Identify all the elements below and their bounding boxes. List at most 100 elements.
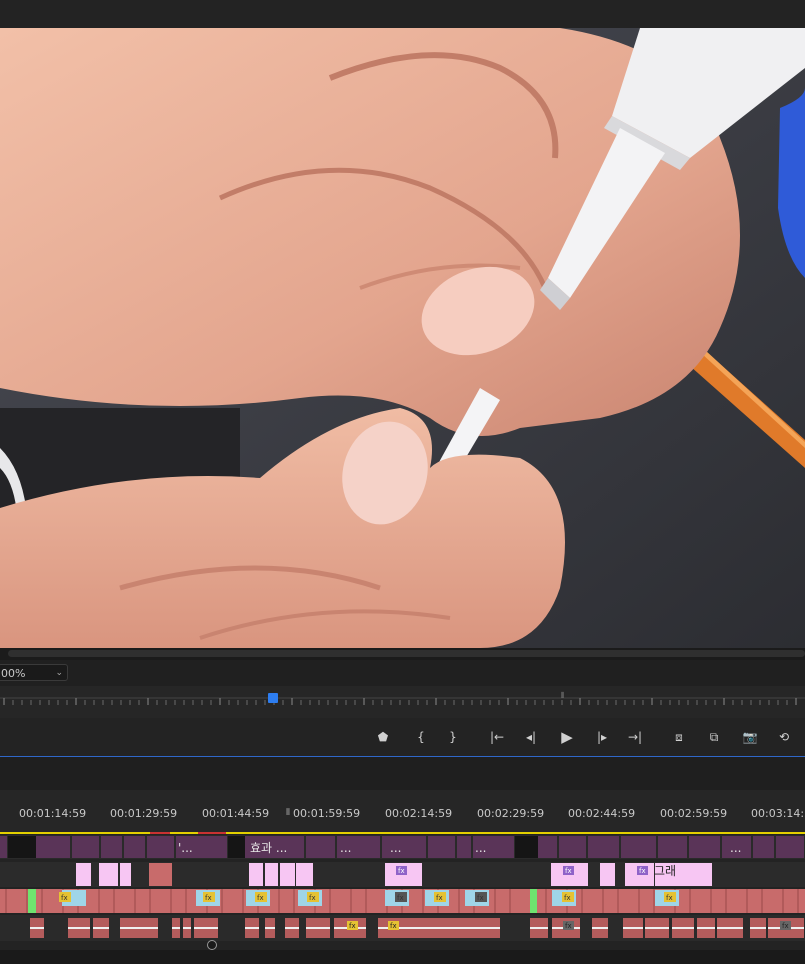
v3-clip <box>621 836 656 858</box>
v3-clip <box>588 836 619 858</box>
camera-icon: 📷 <box>742 730 758 744</box>
monitor-settings-row: 00% ⌄ <box>0 660 805 686</box>
timeline-ruler-marker: ⦀ <box>286 808 290 818</box>
render-bar-red <box>150 832 170 834</box>
comparison-view-button[interactable]: ⟲ <box>774 728 794 746</box>
fx-badge-label: fx <box>477 894 484 902</box>
v3-clip <box>559 836 586 858</box>
go-to-in-button[interactable]: |← <box>487 728 507 746</box>
fx-badge-label: fx <box>257 894 264 902</box>
step-forward-button[interactable]: |▸ <box>592 728 612 746</box>
go-to-out-button[interactable]: →| <box>625 728 645 746</box>
v2-clip <box>296 863 313 886</box>
panel-top-bar <box>0 0 805 28</box>
ruler-marker: ⦀ <box>561 691 565 700</box>
lift-button[interactable]: ⧈ <box>669 728 689 746</box>
v3-clip-label: '... <box>178 841 193 855</box>
video-frame <box>0 28 805 648</box>
fx-badge-label: fx <box>639 867 646 875</box>
program-monitor[interactable] <box>0 28 805 648</box>
marker-icon: ⬟ <box>377 730 389 744</box>
lift-icon: ⧈ <box>675 730 683 744</box>
fx-badge-label: fx <box>782 922 789 930</box>
work-area-bar <box>0 832 805 834</box>
v3-clip <box>101 836 122 858</box>
timecode-label: 00:01:59:59 <box>293 807 361 820</box>
timeline-tracks[interactable]: '... 효과 ............... fx fx fx 그래 fx fx fx fx fx… <box>0 832 805 950</box>
v3-clip <box>147 836 174 858</box>
fx-badge-label: fx <box>397 894 404 902</box>
play-icon: ▶ <box>561 728 573 746</box>
v3-clip <box>0 836 7 858</box>
v2-clip <box>76 863 91 886</box>
scrollbar-thumb[interactable] <box>8 650 805 657</box>
mark-out-button[interactable]: } <box>443 728 463 746</box>
mark-out-icon: } <box>449 730 457 744</box>
add-marker-button[interactable]: ⬟ <box>373 728 393 746</box>
fx-badge-label: fx <box>565 922 572 930</box>
play-button[interactable]: ▶ <box>557 728 577 746</box>
comparison-icon: ⟲ <box>778 730 790 744</box>
v3-clip <box>382 836 426 858</box>
v2-clip <box>99 863 118 886</box>
render-bar-red <box>198 832 226 834</box>
v3-clip <box>124 836 145 858</box>
timeline-zoom-handle[interactable] <box>207 940 217 950</box>
fx-badge-label: fx <box>390 922 397 930</box>
timeline-zoom-bar[interactable] <box>0 940 805 964</box>
fx-badge-label: fx <box>666 894 673 902</box>
v3-clip-label: ... <box>390 841 401 855</box>
v1-transition <box>28 889 36 913</box>
timecode-label: 00:02:59:59 <box>660 807 728 820</box>
v3-gap <box>8 836 36 858</box>
fx-badge-label: fx <box>61 894 68 902</box>
v3-clip <box>776 836 804 858</box>
v3-gap <box>228 836 245 858</box>
timeline-time-ruler[interactable]: ⦀ 00:01:14:59 00:01:29:59 00:01:44:59 00:01… <box>0 790 805 832</box>
ruler-ticks: ⦀ <box>0 691 805 705</box>
monitor-time-ruler[interactable]: ⦀ <box>0 686 805 718</box>
v2-clip <box>265 863 278 886</box>
v2-clip <box>600 863 615 886</box>
v3-clip <box>689 836 720 858</box>
playhead-marker[interactable] <box>268 693 278 703</box>
v3-clip <box>306 836 335 858</box>
timecode-label: 00:02:29:59 <box>477 807 545 820</box>
v3-clip-label: ... <box>475 841 486 855</box>
step-forward-icon: |▸ <box>596 730 608 744</box>
fx-badge-label: fx <box>349 922 356 930</box>
v3-clip-label: ... <box>340 841 351 855</box>
panel-gap <box>0 757 805 790</box>
fx-badge-label: fx <box>564 894 571 902</box>
timecode-label: 00:03:14:5 <box>751 807 805 820</box>
fx-badge-label: fx <box>205 894 212 902</box>
fx-badge-label: fx <box>565 867 572 875</box>
v2-clip <box>249 863 263 886</box>
extract-icon: ⧉ <box>709 730 719 744</box>
v2-clip-label: 그래 <box>654 864 676 878</box>
export-frame-button[interactable]: 📷 <box>740 728 760 746</box>
step-back-button[interactable]: ◂| <box>521 728 541 746</box>
v3-clip <box>72 836 99 858</box>
fx-badge-label: fx <box>398 867 405 875</box>
fx-badge-label: fx <box>309 894 316 902</box>
monitor-scrollbar[interactable] <box>0 648 805 660</box>
chevron-down-icon: ⌄ <box>55 668 63 678</box>
zoom-level-select[interactable]: 00% ⌄ <box>0 664 68 681</box>
v3-clip <box>658 836 687 858</box>
v3-clip <box>753 836 774 858</box>
timecode-label: 00:01:44:59 <box>202 807 270 820</box>
v3-clip-label: ... <box>730 841 741 855</box>
go-to-out-icon: →| <box>627 730 643 744</box>
timecode-label: 00:01:14:59 <box>19 807 87 820</box>
v3-clip-label: 효과 ... <box>250 841 287 855</box>
step-back-icon: ◂| <box>525 730 537 744</box>
fx-badge-label: fx <box>436 894 443 902</box>
mark-in-button[interactable]: { <box>411 728 431 746</box>
extract-button[interactable]: ⧉ <box>704 728 724 746</box>
mark-in-icon: { <box>417 730 425 744</box>
v1-transition <box>530 889 537 913</box>
v3-gap <box>515 836 538 858</box>
zoom-level-value: 00% <box>1 667 26 680</box>
timecode-label: 00:02:14:59 <box>385 807 453 820</box>
